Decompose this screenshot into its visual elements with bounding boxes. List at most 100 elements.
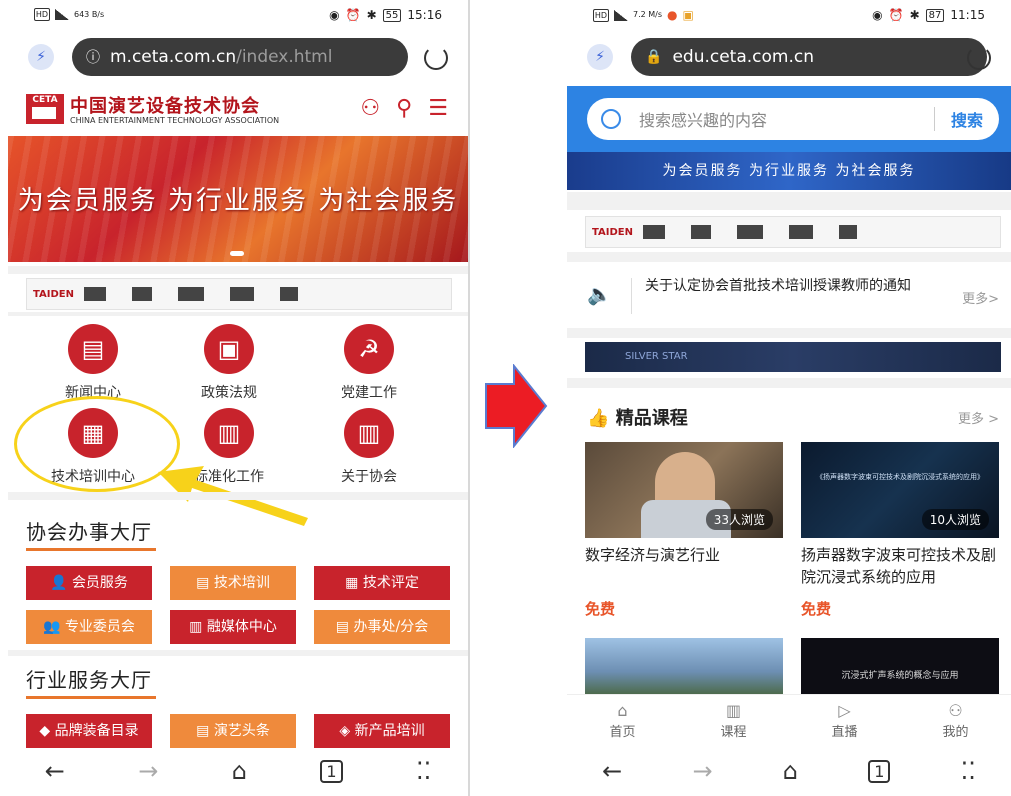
ad-strip[interactable]: TAIDEN bbox=[26, 278, 452, 310]
courses-title: 👍 精品课程 bbox=[587, 408, 688, 429]
grid-label: 政策法规 bbox=[201, 385, 257, 401]
tabs-icon[interactable]: 1 bbox=[868, 759, 891, 783]
lock-icon: 🔒 bbox=[645, 49, 663, 65]
ad-strip[interactable]: TAIDEN bbox=[585, 216, 1001, 248]
brand-name-en: CHINA ENTERTAINMENT TECHNOLOGY ASSOCIATI… bbox=[70, 116, 280, 125]
back-icon[interactable]: ← bbox=[602, 757, 622, 785]
tech-training-button[interactable]: ▤ 技术培训 bbox=[170, 566, 296, 600]
weibo-icon: ● bbox=[667, 8, 678, 22]
course-title-2[interactable]: 扬声器数字波束可控技术及剧院沉浸式系统的应用 bbox=[801, 544, 1001, 588]
alarm-icon: ⏰ bbox=[888, 8, 904, 22]
office-branch-button[interactable]: ▤ 办事处/分会 bbox=[314, 610, 450, 644]
home-icon[interactable]: ⌂ bbox=[783, 757, 798, 785]
status-bar: HD 7.2 M/s ● ▣ ◉ ⏰ ✱ 87 11:15 bbox=[567, 0, 1011, 30]
hero-banner[interactable]: 为会员服务 为行业服务 为社会服务 bbox=[567, 152, 1011, 190]
notice-bar[interactable]: 🔈 关于认定协会首批技术培训授课教师的通知 更多> bbox=[567, 264, 1011, 328]
grid-item-policy[interactable]: ▣ 政策法规 bbox=[164, 324, 294, 402]
search-placeholder: 搜索感兴趣的内容 bbox=[639, 111, 768, 130]
speaker-icon: 🔈 bbox=[587, 282, 612, 306]
course-thumb-1[interactable]: 33人浏览 bbox=[585, 442, 783, 538]
browser-nav-bar: ← → ⌂ 1 ⁚⁚ bbox=[567, 746, 1011, 796]
grid-item-news[interactable]: ▤ 新闻中心 bbox=[28, 324, 158, 402]
courses-more-link[interactable]: 更多 > bbox=[958, 408, 999, 427]
course-thumb-4[interactable]: 沉浸式扩声系统的概念与应用 bbox=[801, 638, 999, 694]
header-actions: ⚇ ⚲ ☰ bbox=[360, 96, 448, 121]
more-icon[interactable]: ⁚⁚ bbox=[416, 757, 431, 785]
course-price-1: 免费 bbox=[585, 600, 616, 618]
committee-button[interactable]: 👥 专业委员会 bbox=[26, 610, 152, 644]
course-thumb-2[interactable]: 《扬声器数字波束可控技术及剧院沉浸式系统的应用》 10人浏览 bbox=[801, 442, 999, 538]
home-icon[interactable]: ⌂ bbox=[232, 757, 247, 785]
tech-assessment-button[interactable]: ▦ 技术评定 bbox=[314, 566, 450, 600]
tabs-icon[interactable]: 1 bbox=[320, 759, 343, 783]
url-path: /index.html bbox=[236, 47, 333, 67]
tab-courses[interactable]: ▥ 课程 bbox=[694, 695, 774, 745]
thumb-caption: 《扬声器数字波束可控技术及剧院沉浸式系统的应用》 bbox=[816, 473, 984, 481]
user-icon[interactable]: ⚇ bbox=[360, 96, 380, 121]
lightning-icon[interactable]: ⚡ bbox=[28, 44, 54, 70]
ad-brand: TAIDEN bbox=[592, 226, 634, 238]
info-icon: ⓘ bbox=[86, 50, 100, 66]
highlight-ellipse bbox=[14, 396, 180, 492]
brand-name-cn: 中国演艺设备技术协会 bbox=[70, 96, 260, 117]
member-service-button[interactable]: 👤 会员服务 bbox=[26, 566, 152, 600]
search-icon[interactable]: ⚲ bbox=[396, 96, 412, 121]
url-field[interactable]: 🔒 edu.ceta.com.cn bbox=[631, 38, 987, 76]
lightning-icon[interactable]: ⚡ bbox=[587, 44, 613, 70]
reload-icon[interactable] bbox=[424, 46, 448, 70]
ad-brand: TAIDEN bbox=[33, 288, 75, 300]
hd-icon: HD bbox=[593, 8, 609, 22]
hall-title-service: 协会办事大厅 bbox=[26, 520, 152, 544]
media-center-button[interactable]: ▥ 融媒体中心 bbox=[170, 610, 296, 644]
view-count: 10人浏览 bbox=[921, 509, 989, 530]
url-host: edu.ceta.com.cn bbox=[672, 47, 814, 67]
url-field[interactable]: ⓘ m.ceta.com.cn/index.html bbox=[72, 38, 408, 76]
bluetooth-icon: ✱ bbox=[909, 8, 920, 22]
headlines-button[interactable]: ▤ 演艺头条 bbox=[170, 714, 296, 748]
bottom-tab-bar: ⌂ 首页 ▥ 课程 ▷ 直播 ⚇ 我的 bbox=[567, 694, 1011, 745]
grid-label: 党建工作 bbox=[341, 385, 397, 401]
ceta-logo: CETA bbox=[26, 94, 64, 124]
tab-home[interactable]: ⌂ 首页 bbox=[583, 695, 663, 745]
menu-icon[interactable]: ☰ bbox=[428, 96, 448, 121]
search-input[interactable]: 搜索感兴趣的内容 搜索 bbox=[587, 98, 999, 140]
user-icon: ⚇ bbox=[948, 701, 963, 720]
brand-catalog-button[interactable]: ◆ 品牌装备目录 bbox=[26, 714, 152, 748]
grid-item-party[interactable]: ☭ 党建工作 bbox=[304, 324, 434, 402]
policy-icon: ▣ bbox=[204, 324, 254, 374]
clock: 15:16 bbox=[407, 8, 442, 22]
search-icon bbox=[601, 109, 621, 129]
reload-icon[interactable] bbox=[967, 46, 991, 70]
back-icon[interactable]: ← bbox=[45, 757, 65, 785]
book-icon: ▥ bbox=[725, 701, 742, 720]
hall-title-industry: 行业服务大厅 bbox=[26, 668, 152, 692]
notice-more-link[interactable]: 更多> bbox=[962, 288, 999, 307]
home-icon: ⌂ bbox=[617, 701, 628, 720]
signal-icon bbox=[55, 9, 69, 20]
hero-banner[interactable]: 为会员服务 为行业服务 为社会服务 bbox=[8, 136, 468, 262]
search-header: 搜索感兴趣的内容 搜索 bbox=[567, 86, 1011, 152]
more-icon[interactable]: ⁚⁚ bbox=[961, 757, 976, 785]
tab-mine[interactable]: ⚇ 我的 bbox=[916, 695, 996, 745]
grid-item-about[interactable]: ▥ 关于协会 bbox=[304, 408, 434, 486]
course-title-1[interactable]: 数字经济与演艺行业 bbox=[585, 544, 785, 566]
eye-icon: ◉ bbox=[872, 8, 883, 22]
search-button[interactable]: 搜索 bbox=[933, 107, 999, 131]
forward-icon[interactable]: → bbox=[138, 757, 158, 785]
battery-icon: 55 bbox=[382, 8, 402, 22]
hall-underline bbox=[26, 696, 156, 699]
tab-live[interactable]: ▷ 直播 bbox=[805, 695, 885, 745]
forward-icon[interactable]: → bbox=[692, 757, 712, 785]
thumb-caption: 沉浸式扩声系统的概念与应用 bbox=[841, 671, 959, 681]
address-bar-row: ⚡ ⓘ m.ceta.com.cn/index.html bbox=[8, 34, 468, 80]
banner-slogan: 为会员服务 为行业服务 为社会服务 bbox=[17, 186, 459, 216]
left-phone-screen: HD 643 B/s ◉ ⏰ ✱ 55 15:16 ⚡ ⓘ m.ceta.com… bbox=[8, 0, 468, 796]
carousel-indicator bbox=[230, 251, 244, 256]
address-bar-row: ⚡ 🔒 edu.ceta.com.cn bbox=[567, 34, 1011, 80]
video-banner[interactable]: SILVER STAR bbox=[585, 342, 1001, 372]
battery-icon: 87 bbox=[925, 8, 945, 22]
browser-nav-bar: ← → ⌂ 1 ⁚⁚ bbox=[8, 746, 468, 796]
red-arrow-icon bbox=[485, 364, 548, 448]
new-product-training-button[interactable]: ◈ 新产品培训 bbox=[314, 714, 450, 748]
course-thumb-3[interactable] bbox=[585, 638, 783, 694]
